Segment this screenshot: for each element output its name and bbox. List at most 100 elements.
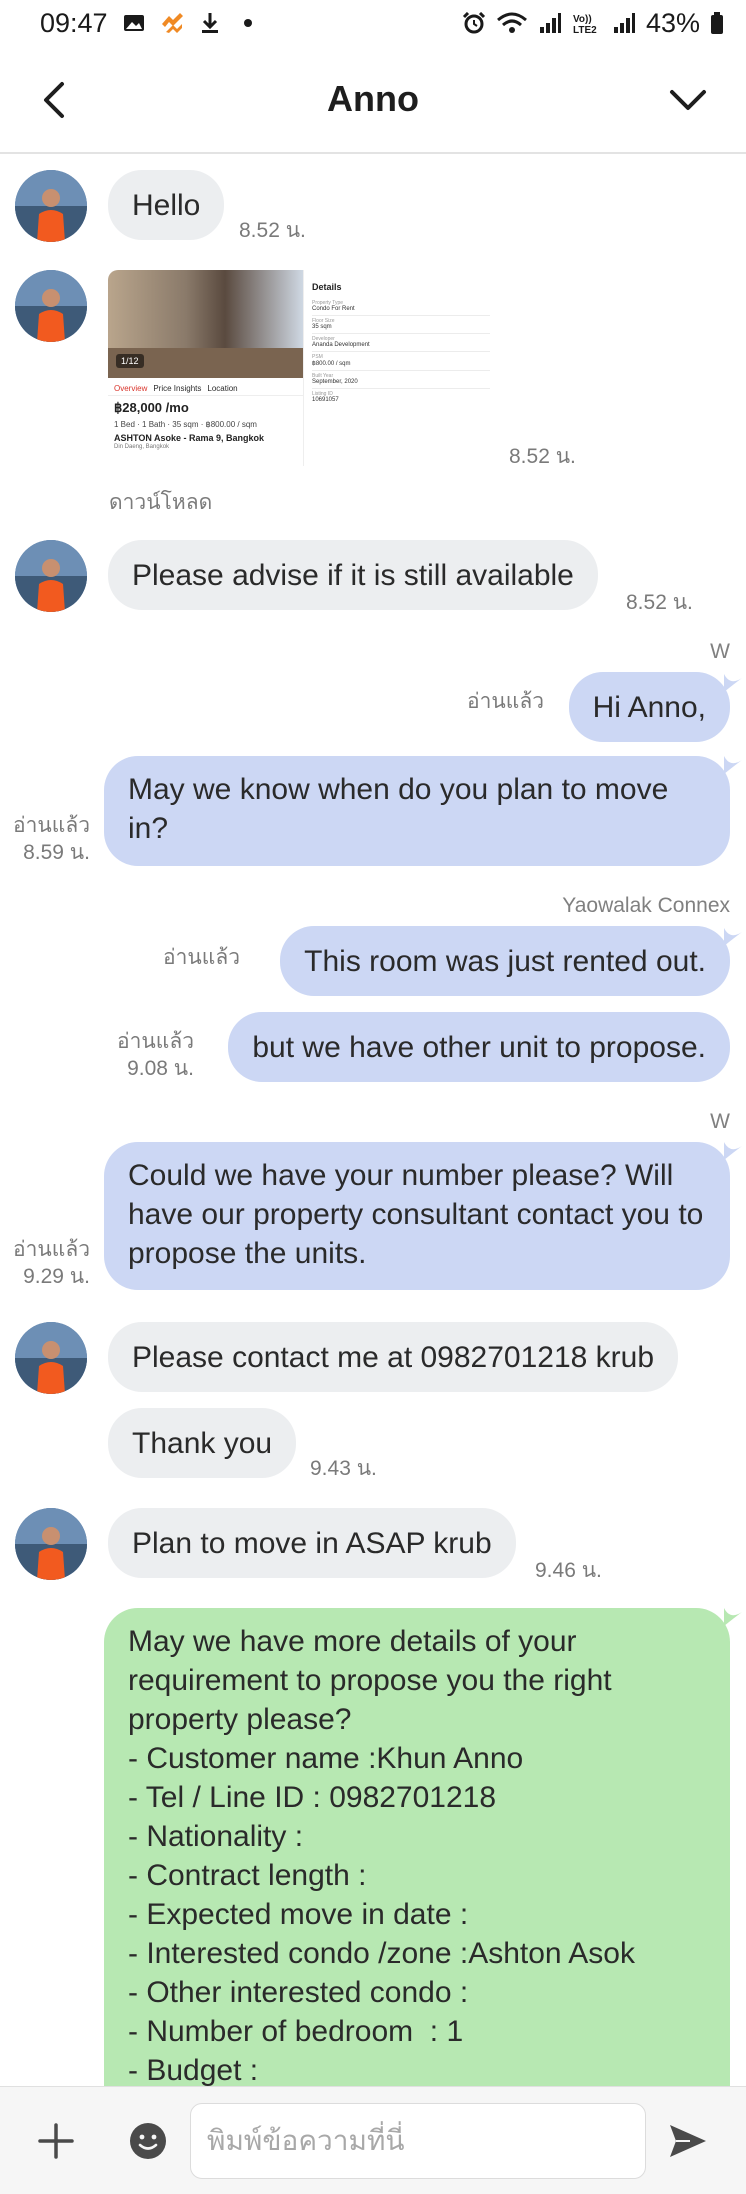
detail-row: Floor Size 35 sqm xyxy=(312,316,490,334)
detail-row: Listing ID 10691057 xyxy=(312,389,490,406)
bubble-tail xyxy=(724,1142,742,1160)
app-icon xyxy=(161,13,183,33)
message-line: - Nationality : xyxy=(128,1820,304,1853)
card-price: ฿28,000 /mo xyxy=(114,400,189,415)
message-list[interactable]: Hello 8.52 น. 1/12 Overview Price Insigh… xyxy=(0,156,746,2086)
read-receipt: อ่านแล้ว 8.59 น. xyxy=(0,812,90,866)
card-property-name: ASHTON Asoke - Rama 9, Bangkok xyxy=(114,433,265,443)
message-time: 8.59 น. xyxy=(23,841,90,864)
read-receipt: อ่านแล้ว xyxy=(467,688,544,715)
message-line: - Customer name :Khun Anno xyxy=(128,1742,524,1775)
avatar[interactable] xyxy=(15,270,87,342)
send-icon[interactable] xyxy=(666,2119,710,2163)
clock: 09:47 xyxy=(40,7,108,38)
message-bubble[interactable]: This room was just rented out. xyxy=(280,926,730,996)
gallery-icon xyxy=(123,15,144,31)
read-receipt: อ่านแล้ว 9.08 น. xyxy=(117,1028,194,1082)
read-label: อ่านแล้ว xyxy=(13,814,90,837)
status-bar: 09:47 Vo)) LTE2 43% xyxy=(0,0,746,46)
message-line: - Budget : xyxy=(128,2054,259,2086)
card-specs: 1 Bed · 1 Bath · 35 sqm · ฿800.00 / sqm xyxy=(114,420,257,429)
card-tab: Price Insights xyxy=(153,384,202,393)
read-label: อ่านแล้ว xyxy=(13,1238,90,1261)
detail-row: PSM ฿800.00 / sqm xyxy=(312,352,490,371)
card-address: Din Daeng, Bangkok xyxy=(114,444,170,450)
avatar-image xyxy=(15,540,87,612)
chevron-left-icon[interactable] xyxy=(36,78,76,122)
message-line: - Expected move in date : xyxy=(128,1898,469,1931)
message-time: 8.52 น. xyxy=(626,591,693,614)
message-line: property please? xyxy=(128,1703,352,1736)
alarm-icon xyxy=(462,12,486,34)
message-line: requirement to propose you the right xyxy=(128,1664,612,1697)
battery-percent: 43% xyxy=(645,7,700,38)
card-tab: Overview xyxy=(114,384,148,393)
avatar-image xyxy=(15,270,87,342)
sender-name: Yaowalak Connex xyxy=(562,894,730,917)
message-input-bar xyxy=(0,2086,746,2194)
chevron-down-icon[interactable] xyxy=(666,80,710,120)
avatar[interactable] xyxy=(15,170,87,242)
avatar[interactable] xyxy=(15,1508,87,1580)
message-time: 8.52 น. xyxy=(239,219,306,242)
plus-icon[interactable] xyxy=(36,2121,76,2161)
detail-value: 35 sqm xyxy=(312,324,332,330)
message-bubble[interactable]: Hello xyxy=(108,170,225,240)
message-bubble[interactable]: but we have other unit to propose. xyxy=(228,1012,730,1082)
read-receipt: อ่านแล้ว xyxy=(163,944,240,971)
message-time: 9.46 น. xyxy=(535,1559,602,1582)
detail-value: Condo For Rent xyxy=(312,306,355,312)
avatar[interactable] xyxy=(15,1322,87,1394)
message-line: - Number of bedroom : 1 xyxy=(128,2015,464,2048)
message-time: 9.08 น. xyxy=(127,1057,194,1080)
read-label: อ่านแล้ว xyxy=(117,1030,194,1053)
bubble-tail xyxy=(724,674,742,692)
message-bubble[interactable]: Please contact me at 0982701218 krub xyxy=(108,1322,679,1392)
signal-icon xyxy=(613,13,635,33)
emoji-icon[interactable] xyxy=(128,2121,168,2161)
photo-counter: 1/12 xyxy=(116,354,144,368)
chat-header: Anno xyxy=(0,46,746,154)
signal-icon xyxy=(539,13,561,33)
card-details-title: Details xyxy=(312,282,342,292)
message-line: - Tel / Line ID : 0982701218 xyxy=(128,1781,497,1814)
detail-value: Ananda Development xyxy=(312,342,370,348)
volte-icon: Vo))LTE2 xyxy=(573,14,597,34)
message-bubble[interactable]: May we know when do you plan to move in? xyxy=(104,756,730,866)
card-tabs: Overview Price Insights Location xyxy=(108,378,303,396)
message-input[interactable] xyxy=(190,2103,646,2179)
room-photo: 1/12 xyxy=(108,270,303,378)
message-bubble[interactable]: Could we have your number please? Will h… xyxy=(104,1142,730,1290)
message-bubble[interactable]: Thank you xyxy=(108,1408,297,1478)
wifi-icon xyxy=(496,12,527,33)
detail-value: 10691057 xyxy=(312,397,339,403)
message-line: - Interested condo /zone :Ashton Asok xyxy=(128,1937,635,1970)
detail-row: Property Type Condo For Rent xyxy=(312,298,490,316)
avatar-image xyxy=(15,1508,87,1580)
read-label: อ่านแล้ว xyxy=(163,946,240,969)
message-bubble[interactable]: Please advise if it is still available xyxy=(108,540,598,610)
dot-icon xyxy=(243,19,252,27)
avatar[interactable] xyxy=(15,540,87,612)
message-line: - Contract length : xyxy=(128,1859,367,1892)
detail-row: Built Year September, 2020 xyxy=(312,371,490,389)
bubble-tail xyxy=(724,756,742,774)
requirement-template-message[interactable]: May we have more details of your require… xyxy=(104,1608,730,2086)
detail-row: Developer Ananda Development xyxy=(312,334,490,352)
battery-icon xyxy=(711,12,723,34)
avatar-image xyxy=(15,1322,87,1394)
message-time: 9.43 น. xyxy=(310,1457,377,1480)
avatar-image xyxy=(15,170,87,242)
message-line: May we have more details of your xyxy=(128,1625,577,1658)
message-time: 9.29 น. xyxy=(23,1265,90,1288)
property-card-image[interactable]: 1/12 Overview Price Insights Location ฿2… xyxy=(108,270,498,466)
sender-name: W xyxy=(710,1110,730,1133)
bubble-tail xyxy=(724,1608,742,1626)
download-link[interactable]: ดาวน์โหลด xyxy=(109,486,212,519)
read-receipt: อ่านแล้ว 9.29 น. xyxy=(0,1236,90,1290)
message-bubble[interactable]: Plan to move in ASAP krub xyxy=(108,1508,516,1578)
chat-title: Anno xyxy=(327,78,419,119)
message-bubble[interactable]: Hi Anno, xyxy=(568,672,730,742)
svg-text:Vo)): Vo)) xyxy=(573,14,592,25)
sender-name: W xyxy=(710,640,730,663)
